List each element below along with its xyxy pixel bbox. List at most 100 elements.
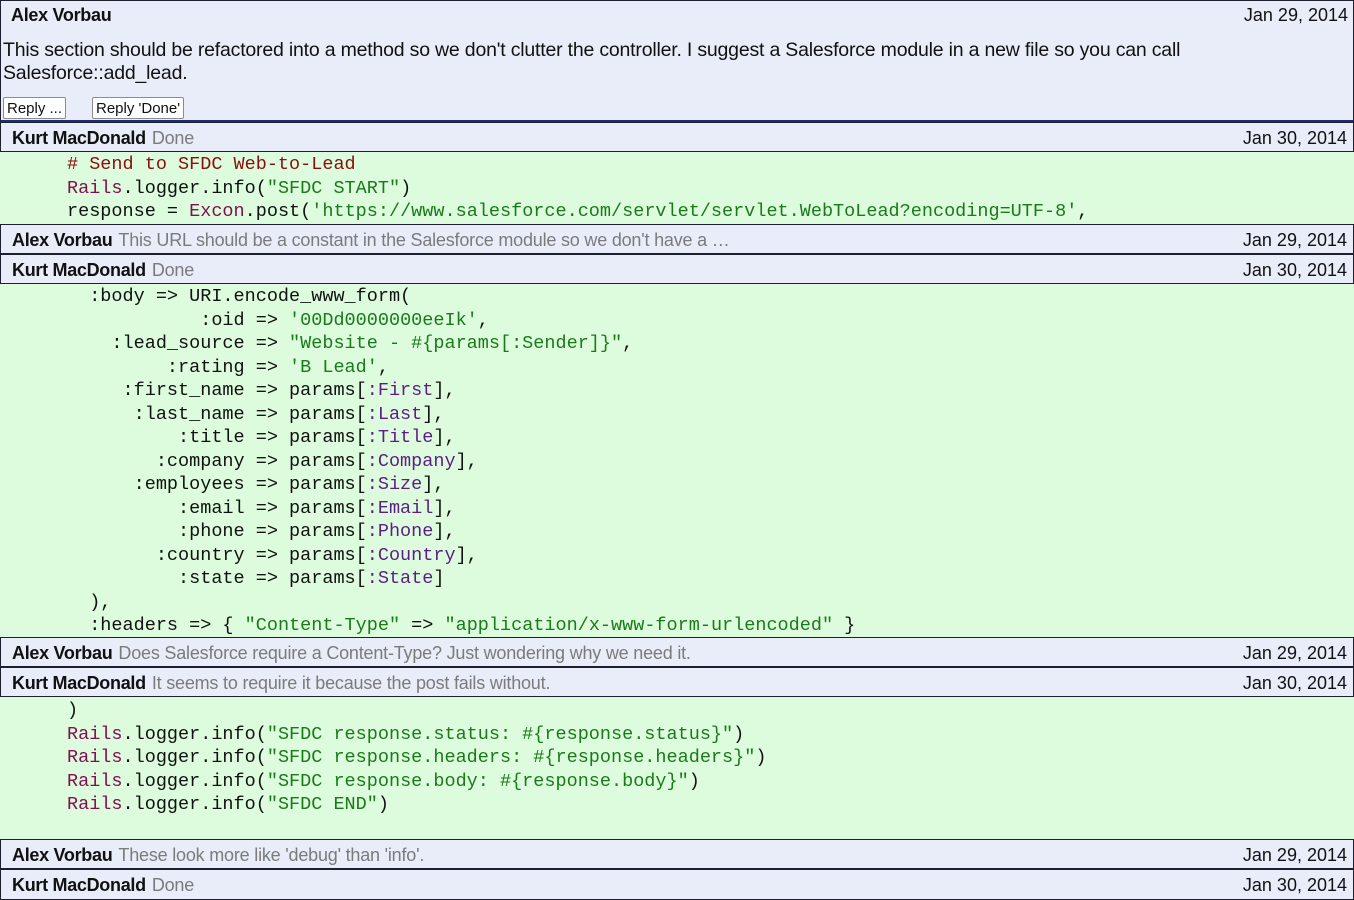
comment-header[interactable]: Alex Vorbau Does Salesforce require a Con…: [0, 637, 1354, 667]
comment-author: Kurt MacDonald Done: [12, 128, 194, 149]
code-token: ,: [1077, 201, 1089, 222]
code-token: ],: [433, 427, 456, 448]
comment-body-line: This section should be refactored into a…: [3, 39, 1181, 61]
code-token: :state => params[: [67, 568, 367, 589]
code-line: Rails.logger.info("SFDC START"): [67, 177, 411, 200]
code-token: ],: [422, 403, 445, 425]
code-token: Rails: [67, 747, 123, 768]
code-token: :Last: [366, 403, 423, 425]
code-token: :First: [366, 380, 434, 401]
comment-author: Kurt MacDonald Done: [12, 260, 194, 281]
comment-snippet: It seems to require it because the post …: [151, 673, 551, 693]
code-line: ),: [67, 591, 111, 614]
code-token: ,: [377, 356, 389, 378]
author-name: Alex Vorbau: [12, 230, 113, 250]
code-token: ): [733, 723, 745, 745]
code-line: :state => params[:State]: [67, 567, 444, 590]
code-token: :employees => params[: [67, 474, 367, 495]
code-token: # Send to SFDC Web-to-Lead: [67, 154, 356, 175]
comment-date: Jan 30, 2014: [1242, 673, 1347, 693]
comment-date: Jan 30, 2014: [1242, 875, 1347, 895]
comment-header[interactable]: Kurt MacDonald Done Jan 30, 2014: [0, 254, 1354, 284]
comment-header[interactable]: Kurt MacDonald It seems to require it bec…: [0, 667, 1354, 697]
code-line: :body => URI.encode_www_form(: [67, 285, 411, 308]
code-token: :Email: [366, 497, 434, 519]
comment-date: Jan 29, 2014: [1243, 5, 1348, 25]
code-token: '00Dd0000000eeIk': [289, 309, 478, 331]
comment-snippet: Done: [151, 875, 195, 895]
code-token: Rails: [67, 770, 123, 792]
code-token: ): [755, 747, 767, 768]
code-line: response = Excon.post('https://www.sales…: [67, 200, 1088, 223]
comment-snippet: This URL should be a constant in the Sal…: [118, 230, 730, 250]
code-token: ): [400, 177, 412, 199]
code-token: :Title: [366, 427, 434, 448]
author-name: Kurt MacDonald: [12, 260, 146, 280]
code-token: .logger.info(: [122, 723, 267, 745]
code-token: :country => params[: [67, 544, 367, 566]
code-token: =>: [400, 615, 445, 636]
code-token: Excon: [189, 201, 245, 222]
code-line: :employees => params[:Size],: [67, 473, 445, 496]
code-line: :rating => 'B Lead',: [67, 356, 389, 379]
code-token: Rails: [67, 794, 123, 815]
code-block: ) Rails.logger.info("SFDC response.status…: [0, 697, 1354, 839]
code-token: "Content-Type": [244, 615, 401, 636]
code-token: }: [833, 615, 856, 636]
comment-header[interactable]: Alex Vorbau Jan 29, 2014: [0, 0, 1354, 30]
code-token: .post(: [244, 201, 312, 222]
code-token: "SFDC START": [266, 177, 401, 199]
code-token: ],: [455, 544, 478, 566]
code-block: :body => URI.encode_www_form( :oid => '0…: [0, 284, 1354, 637]
comment-author: Kurt MacDonald It seems to require it bec…: [12, 673, 550, 694]
comment-date: Jan 29, 2014: [1242, 230, 1347, 250]
code-token: Rails: [67, 723, 123, 745]
code-token: :body => URI.encode_www_form(: [67, 286, 412, 307]
code-token: ,: [477, 309, 489, 331]
code-token: "SFDC response.status: #{response.status…: [266, 723, 734, 745]
code-token: "SFDC response.headers: #{response.heade…: [266, 747, 756, 768]
code-token: :first_name => params[: [67, 380, 367, 401]
code-line: :company => params[:Company],: [67, 450, 478, 473]
code-token: ): [377, 794, 389, 815]
comment-header[interactable]: Kurt MacDonald Done Jan 30, 2014: [0, 869, 1354, 900]
code-line: :first_name => params[:First],: [67, 379, 456, 402]
reply-button[interactable]: Reply ...: [3, 97, 67, 119]
code-token: "SFDC response.body: #{response.body}": [266, 770, 689, 792]
code-line: :lead_source => "Website - #{params[:Sen…: [67, 332, 633, 355]
code-token: Rails: [67, 177, 123, 199]
code-token: :phone => params[: [67, 521, 367, 542]
comment-snippet: Done: [151, 128, 195, 148]
comment-author: Alex Vorbau: [11, 5, 112, 25]
reply-done-button[interactable]: Reply 'Done': [92, 97, 185, 119]
code-line: :headers => { "Content-Type" => "applica…: [67, 614, 855, 637]
author-name: Kurt MacDonald: [12, 128, 146, 148]
comment-snippet: Done: [151, 260, 195, 280]
code-token: :Company: [366, 450, 456, 472]
code-token: ),: [67, 591, 112, 613]
author-name: Kurt MacDonald: [12, 875, 146, 895]
comment-header[interactable]: Alex Vorbau These look more like 'debug' …: [0, 839, 1354, 869]
comment-header[interactable]: Alex Vorbau This URL should be a constant…: [0, 224, 1354, 254]
code-token: 'https://www.salesforce.com/servlet/serv…: [311, 201, 1078, 222]
code-line: :title => params[:Title],: [67, 426, 456, 449]
code-token: :Phone: [366, 521, 434, 542]
comment-body-line: Salesforce::add_lead.: [3, 62, 188, 84]
code-line: Rails.logger.info("SFDC response.body: #…: [67, 770, 700, 793]
code-token: response =: [67, 201, 190, 222]
comment-header[interactable]: Kurt MacDonald Done Jan 30, 2014: [0, 122, 1354, 152]
code-token: :State: [366, 568, 434, 589]
code-line: :phone => params[:Phone],: [67, 520, 456, 543]
comment-date: Jan 30, 2014: [1242, 128, 1347, 148]
author-name: Alex Vorbau: [12, 845, 113, 865]
code-token: ],: [455, 450, 478, 472]
code-token: :title => params[: [67, 427, 367, 448]
code-token: :company => params[: [67, 450, 367, 472]
code-token: .logger.info(: [122, 794, 267, 815]
code-token: ],: [422, 474, 445, 495]
code-token: .logger.info(: [122, 747, 267, 768]
code-token: :lead_source =>: [67, 333, 290, 354]
code-token: "SFDC END": [266, 794, 378, 815]
code-token: ): [67, 700, 79, 721]
code-line: :last_name => params[:Last],: [67, 403, 445, 426]
